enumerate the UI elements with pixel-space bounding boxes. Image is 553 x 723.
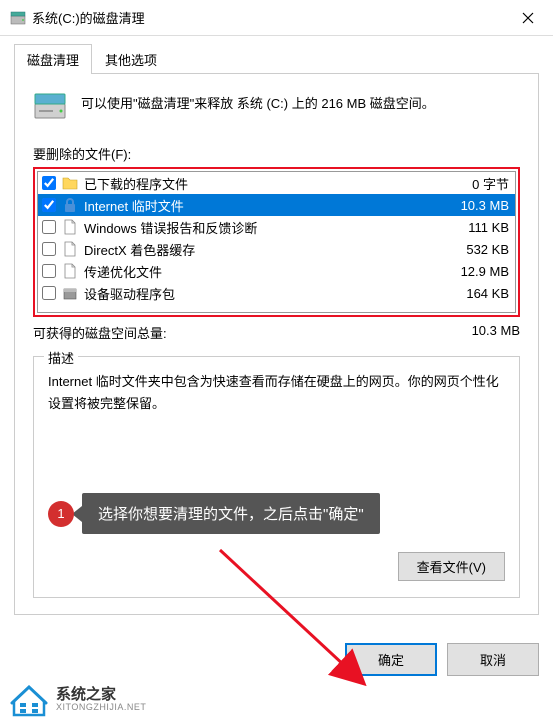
tab-other-options[interactable]: 其他选项 (92, 44, 170, 74)
package-icon (62, 285, 78, 301)
callout-text: 选择你想要清理的文件，之后点击"确定" (82, 493, 380, 534)
file-checkbox[interactable] (42, 286, 56, 300)
file-name: DirectX 着色器缓存 (84, 240, 466, 259)
file-name: 传递优化文件 (84, 262, 461, 281)
file-row[interactable]: 设备驱动程序包164 KB (38, 282, 515, 304)
file-icon (62, 241, 78, 257)
description-text: Internet 临时文件夹中包含为快速查看而存储在硬盘上的网页。你的网页个性化… (48, 371, 505, 467)
house-icon (10, 683, 48, 717)
dialog-body: 磁盘清理 其他选项 可以使用"磁盘清理"来释放 系统 (C:) 上的 216 M… (0, 36, 553, 629)
tab-content: 可以使用"磁盘清理"来释放 系统 (C:) 上的 216 MB 磁盘空间。 要删… (14, 74, 539, 615)
file-size: 111 KB (468, 220, 509, 235)
annotation-callout: 1 选择你想要清理的文件，之后点击"确定" (48, 493, 505, 534)
info-text: 可以使用"磁盘清理"来释放 系统 (C:) 上的 216 MB 磁盘空间。 (81, 90, 435, 115)
file-checkbox[interactable] (42, 264, 56, 278)
window-title: 系统(C:)的磁盘清理 (32, 8, 505, 27)
titlebar: 系统(C:)的磁盘清理 (0, 0, 553, 36)
cancel-button[interactable]: 取消 (447, 643, 539, 676)
file-row[interactable]: 传递优化文件12.9 MB (38, 260, 515, 282)
file-checkbox[interactable] (42, 198, 56, 212)
view-files-button[interactable]: 查看文件(V) (398, 552, 505, 581)
file-size: 0 字节 (472, 174, 509, 193)
file-row[interactable]: Internet 临时文件10.3 MB (38, 194, 515, 216)
ok-button[interactable]: 确定 (345, 643, 437, 676)
file-checkbox[interactable] (42, 242, 56, 256)
file-row[interactable]: DirectX 着色器缓存532 KB (38, 238, 515, 260)
file-size: 532 KB (466, 242, 509, 257)
total-row: 可获得的磁盘空间总量: 10.3 MB (33, 323, 520, 342)
file-name: Internet 临时文件 (84, 196, 461, 215)
file-list-highlight: 已下载的程序文件0 字节Internet 临时文件10.3 MBWindows … (33, 167, 520, 317)
file-size: 164 KB (466, 286, 509, 301)
file-size: 12.9 MB (461, 264, 509, 279)
file-list[interactable]: 已下载的程序文件0 字节Internet 临时文件10.3 MBWindows … (37, 171, 516, 313)
watermark: 系统之家 XITONGZHIJIA.NET (10, 683, 146, 717)
total-label: 可获得的磁盘空间总量: (33, 323, 472, 342)
total-value: 10.3 MB (472, 323, 520, 342)
file-icon (62, 263, 78, 279)
info-row: 可以使用"磁盘清理"来释放 系统 (C:) 上的 216 MB 磁盘空间。 (33, 90, 520, 120)
file-row[interactable]: 已下载的程序文件0 字节 (38, 172, 515, 194)
description-legend: 描述 (44, 348, 78, 367)
file-size: 10.3 MB (461, 198, 509, 213)
file-checkbox[interactable] (42, 220, 56, 234)
drive-icon (33, 90, 67, 120)
tab-bar: 磁盘清理 其他选项 (14, 44, 539, 74)
file-name: Windows 错误报告和反馈诊断 (84, 218, 468, 237)
watermark-cn: 系统之家 (56, 687, 146, 704)
description-fieldset: 描述 Internet 临时文件夹中包含为快速查看而存储在硬盘上的网页。你的网页… (33, 356, 520, 598)
file-checkbox[interactable] (42, 176, 56, 190)
drive-cleanup-icon (10, 10, 26, 26)
file-name: 已下载的程序文件 (84, 174, 472, 193)
file-icon (62, 219, 78, 235)
watermark-en: XITONGZHIJIA.NET (56, 703, 146, 713)
file-row[interactable]: Windows 错误报告和反馈诊断111 KB (38, 216, 515, 238)
folder-icon (62, 175, 78, 191)
files-label: 要删除的文件(F): (33, 144, 520, 163)
viewfiles-row: 查看文件(V) (48, 552, 505, 581)
lock-icon (62, 197, 78, 213)
close-button[interactable] (505, 2, 551, 34)
callout-badge: 1 (48, 501, 74, 527)
file-name: 设备驱动程序包 (84, 284, 466, 303)
tab-cleanup[interactable]: 磁盘清理 (14, 44, 92, 74)
watermark-text: 系统之家 XITONGZHIJIA.NET (56, 687, 146, 713)
